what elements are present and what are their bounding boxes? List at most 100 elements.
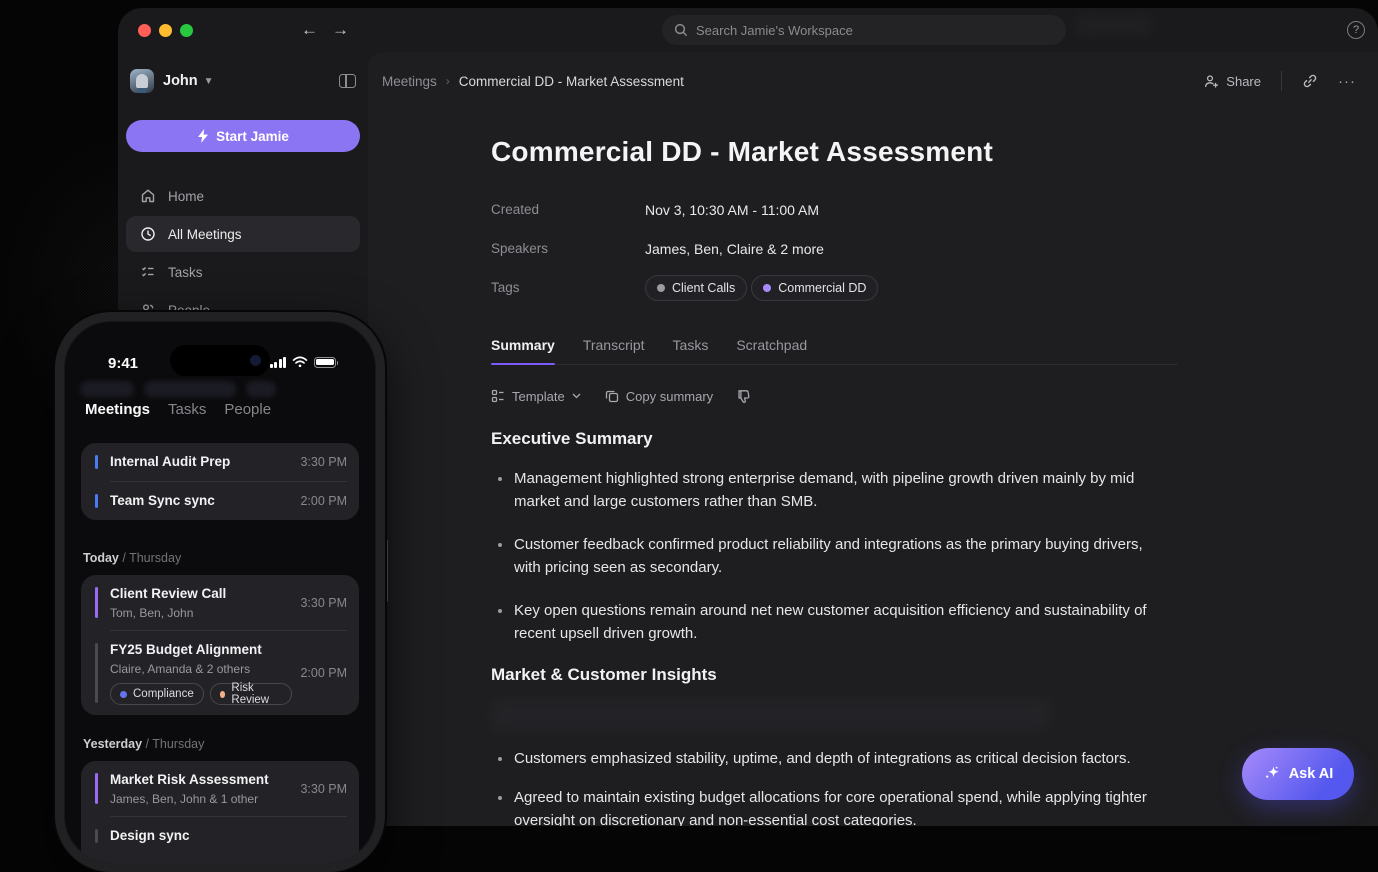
- meeting-color-bar: [95, 587, 98, 618]
- tag-chip-commercial-dd[interactable]: Commercial DD: [751, 275, 878, 301]
- meeting-row[interactable]: Team Sync sync 2:00 PM: [93, 482, 347, 520]
- tab-tasks[interactable]: Tasks: [673, 337, 709, 364]
- more-options-button[interactable]: ···: [1338, 73, 1356, 90]
- meeting-time: 2:00 PM: [300, 494, 347, 508]
- bullet-dot: [498, 543, 502, 547]
- document-header: Meetings › Commercial DD - Market Assess…: [368, 52, 1378, 110]
- tag-chip-risk-review[interactable]: Risk Review: [210, 683, 293, 705]
- search-placeholder: Search Jamie's Workspace: [696, 23, 853, 38]
- sidebar-item-label: All Meetings: [168, 227, 242, 242]
- section-label-day: Yesterday: [83, 737, 142, 751]
- section-label-weekday: / Thursday: [142, 737, 204, 751]
- forward-arrow-icon[interactable]: →: [332, 20, 349, 40]
- start-jamie-label: Start Jamie: [216, 129, 289, 144]
- tag-dot: [657, 284, 665, 292]
- back-arrow-icon[interactable]: ←: [301, 20, 318, 40]
- meeting-people: Tom, Ben, John: [110, 606, 292, 620]
- sidebar-toggle-icon[interactable]: [339, 74, 356, 88]
- tab-scratchpad[interactable]: Scratchpad: [736, 337, 807, 364]
- zoom-window-button[interactable]: [180, 24, 193, 37]
- meeting-row[interactable]: Client Review Call Tom, Ben, John 3:30 P…: [93, 575, 347, 630]
- sparkle-icon: [1263, 765, 1281, 783]
- avatar: [130, 69, 154, 93]
- meeting-time: 3:30 PM: [300, 782, 347, 796]
- meeting-row[interactable]: Design sync: [93, 817, 347, 855]
- sidebar-item-home[interactable]: Home: [126, 178, 360, 214]
- breadcrumb-parent[interactable]: Meetings: [382, 74, 437, 89]
- main-panel: Meetings › Commercial DD - Market Assess…: [368, 52, 1378, 826]
- breadcrumb-separator-icon: ›: [446, 74, 450, 88]
- bullet-dot: [498, 477, 502, 481]
- tag-dot: [120, 691, 127, 698]
- tag-chip-client-calls[interactable]: Client Calls: [645, 275, 747, 301]
- sidebar-item-all-meetings[interactable]: All Meetings: [126, 216, 360, 252]
- meeting-row[interactable]: FY25 Budget Alignment Claire, Amanda & 2…: [93, 631, 347, 715]
- bullet-dot: [498, 796, 502, 800]
- bullet-text: Customer feedback confirmed product reli…: [514, 533, 1170, 579]
- traffic-lights: [138, 24, 193, 37]
- help-button[interactable]: ?: [1347, 21, 1365, 39]
- created-value: Nov 3, 10:30 AM - 11:00 AM: [645, 202, 819, 218]
- summary-toolbar: Template Copy summary: [491, 379, 1178, 413]
- phone-tab-tasks[interactable]: Tasks: [168, 401, 206, 418]
- phone-tab-people[interactable]: People: [224, 401, 271, 418]
- meeting-color-bar: [95, 829, 98, 843]
- thumbs-down-icon: [737, 389, 752, 404]
- tab-summary[interactable]: Summary: [491, 337, 555, 364]
- tag-label: Commercial DD: [778, 281, 866, 295]
- minimize-window-button[interactable]: [159, 24, 172, 37]
- copy-link-button[interactable]: [1302, 73, 1318, 89]
- clock-icon: [140, 226, 156, 242]
- chevron-down-icon: [572, 393, 581, 399]
- meeting-title: Team Sync sync: [110, 493, 215, 508]
- meeting-time: 3:30 PM: [300, 596, 347, 610]
- redacted-blob: [491, 699, 1051, 731]
- meeting-title: Client Review Call: [110, 586, 226, 601]
- link-icon: [1302, 73, 1318, 89]
- share-label: Share: [1226, 74, 1261, 89]
- tag-label: Risk Review: [231, 682, 282, 706]
- wifi-icon: [292, 356, 308, 368]
- start-jamie-button[interactable]: Start Jamie: [126, 120, 360, 152]
- bullet-dot: [498, 609, 502, 613]
- thumbs-down-button[interactable]: [737, 389, 752, 404]
- ask-ai-button[interactable]: Ask AI: [1242, 748, 1354, 800]
- bullet-text: Key open questions remain around net new…: [514, 599, 1170, 645]
- meeting-row[interactable]: Internal Audit Prep 3:30 PM: [93, 443, 347, 481]
- ask-ai-label: Ask AI: [1289, 766, 1334, 782]
- speakers-value: James, Ben, Claire & 2 more: [645, 241, 824, 257]
- meeting-title: Internal Audit Prep: [110, 454, 230, 469]
- section-heading: Executive Summary: [491, 429, 1178, 449]
- meeting-color-bar: [95, 455, 98, 469]
- person-plus-icon: [1204, 74, 1219, 88]
- copy-summary-button[interactable]: Copy summary: [605, 389, 713, 404]
- share-button[interactable]: Share: [1204, 74, 1261, 89]
- breadcrumb-current: Commercial DD - Market Assessment: [459, 74, 684, 89]
- phone-power-button: [385, 540, 388, 602]
- battery-icon: [314, 357, 336, 368]
- template-dropdown[interactable]: Template: [491, 389, 581, 404]
- meeting-title: Design sync: [110, 828, 190, 843]
- status-time: 9:41: [108, 355, 138, 372]
- sidebar-item-tasks[interactable]: Tasks: [126, 254, 360, 290]
- close-window-button[interactable]: [138, 24, 151, 37]
- meeting-card: Internal Audit Prep 3:30 PM Team Sync sy…: [81, 443, 359, 520]
- tab-transcript[interactable]: Transcript: [583, 337, 645, 364]
- home-icon: [140, 188, 156, 204]
- section-bullets: Management highlighted strong enterprise…: [491, 467, 1178, 645]
- meeting-time: 2:00 PM: [300, 666, 347, 680]
- phone-statusbar: 9:41: [64, 351, 376, 375]
- bullet-text: Management highlighted strong enterprise…: [514, 467, 1170, 513]
- workspace-switcher[interactable]: John ▼: [126, 64, 360, 98]
- summary-bullet: Customer feedback confirmed product reli…: [491, 533, 1178, 579]
- meeting-meta: Created Nov 3, 10:30 AM - 11:00 AM Speak…: [491, 190, 1178, 307]
- search-icon: [674, 23, 688, 37]
- tag-dot: [763, 284, 771, 292]
- phone-tab-meetings[interactable]: Meetings: [85, 401, 150, 418]
- template-icon: [491, 389, 505, 403]
- speakers-label: Speakers: [491, 241, 645, 256]
- search-input[interactable]: Search Jamie's Workspace: [662, 15, 1066, 45]
- meeting-row[interactable]: Market Risk Assessment James, Ben, John …: [93, 761, 347, 816]
- copy-icon: [605, 389, 619, 403]
- tag-chip-compliance[interactable]: Compliance: [110, 683, 204, 705]
